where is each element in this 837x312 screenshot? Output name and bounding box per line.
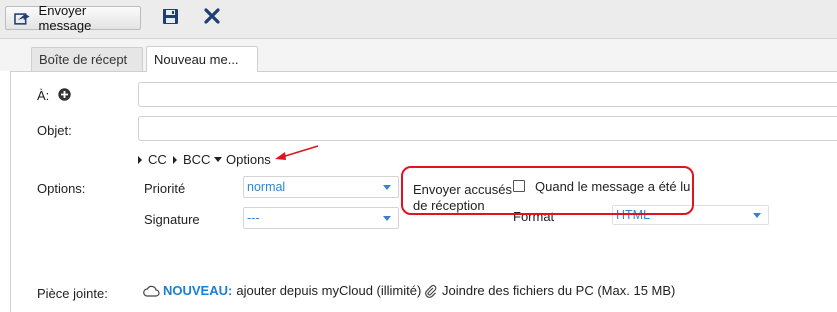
tab-new-message-label: Nouveau me... bbox=[154, 52, 239, 67]
plus-circle-icon bbox=[58, 88, 71, 101]
chevron-down-icon bbox=[383, 216, 391, 221]
expand-right-icon bbox=[173, 155, 177, 164]
chevron-down-icon bbox=[383, 185, 391, 190]
subject-input[interactable] bbox=[138, 116, 837, 141]
send-message-label: Envoyer message bbox=[38, 3, 92, 33]
toolbar: Envoyer message bbox=[0, 0, 837, 39]
priority-select[interactable]: normal bbox=[243, 176, 399, 198]
save-button[interactable] bbox=[162, 8, 179, 28]
cc-toggle[interactable]: CC bbox=[138, 152, 167, 167]
save-icon bbox=[163, 9, 178, 24]
signature-select[interactable]: --- bbox=[243, 207, 399, 229]
attachment-label: Pièce jointe: bbox=[37, 286, 108, 301]
tab-inbox[interactable]: Boîte de récept bbox=[31, 47, 143, 71]
tab-bar: Boîte de récept Nouveau me... bbox=[0, 39, 837, 72]
priority-label: Priorité bbox=[144, 181, 186, 196]
attach-new-badge: NOUVEAU: bbox=[163, 283, 233, 298]
bcc-toggle[interactable]: BCC bbox=[173, 152, 210, 167]
add-recipient-button[interactable] bbox=[58, 88, 71, 104]
close-icon bbox=[204, 8, 220, 24]
signature-label: Signature bbox=[144, 212, 200, 227]
tab-new-message[interactable]: Nouveau me... bbox=[146, 46, 258, 72]
send-message-button[interactable]: Envoyer message bbox=[5, 3, 141, 33]
bcc-label: BCC bbox=[183, 152, 211, 167]
close-button[interactable] bbox=[203, 7, 221, 28]
cc-label: CC bbox=[148, 152, 167, 167]
options-label: Options: bbox=[37, 181, 86, 196]
expand-right-icon bbox=[138, 155, 142, 164]
chevron-down-icon bbox=[753, 213, 761, 218]
annotation-arrow-icon bbox=[275, 145, 319, 160]
cloud-icon bbox=[143, 285, 160, 297]
paperclip-icon bbox=[425, 284, 437, 298]
options-toggle-label: Options bbox=[226, 152, 271, 167]
annotation-highlight-box bbox=[401, 166, 694, 215]
priority-value: normal bbox=[247, 180, 286, 194]
options-toggle[interactable]: Options bbox=[214, 152, 271, 167]
attach-from-pc-label: Joindre des fichiers du PC (Max. 15 MB) bbox=[442, 283, 676, 298]
attach-from-pc-link[interactable]: Joindre des fichiers du PC (Max. 15 MB) bbox=[424, 283, 675, 298]
to-label: À: bbox=[37, 88, 50, 103]
attach-from-mycloud-label: ajouter depuis myCloud (illimité) bbox=[236, 283, 422, 298]
send-icon bbox=[14, 13, 30, 25]
tab-inbox-label: Boîte de récept bbox=[39, 52, 128, 67]
to-input[interactable] bbox=[138, 82, 837, 107]
subject-label: Objet: bbox=[37, 123, 72, 138]
signature-value: --- bbox=[247, 211, 260, 225]
expand-down-icon bbox=[214, 157, 222, 162]
attach-from-mycloud-link[interactable]: NOUVEAU: ajouter depuis myCloud (illimit… bbox=[143, 283, 421, 298]
